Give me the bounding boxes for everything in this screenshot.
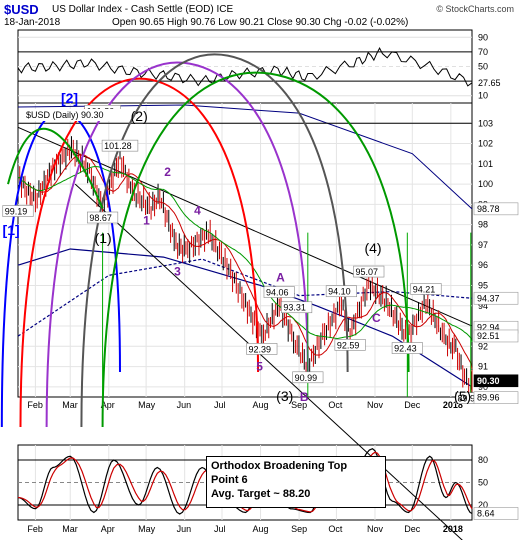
chart-root: $USD US Dollar Index - Cash Settle (EOD)… [0, 0, 520, 540]
sto-x-tick-label: Dec [404, 524, 421, 534]
price-y-tick-label: 102 [478, 139, 493, 149]
sto-x-tick-label: Jul [214, 524, 226, 534]
wave-label: [1] [3, 222, 20, 238]
price-x-tick-label: Jul [214, 400, 226, 410]
price-label: 93.31 [283, 303, 306, 313]
wave-label: 5 [256, 360, 263, 374]
wave-label: A [276, 270, 285, 284]
right-price-label: 98.78 [477, 204, 500, 214]
rsi-y-tick-label: 70 [478, 47, 488, 57]
price-y-tick-label: 96 [478, 260, 488, 270]
price-x-tick-label: Dec [404, 400, 421, 410]
sto-x-tick-label: Oct [328, 524, 343, 534]
price-x-tick-label: Jun [177, 400, 192, 410]
price-x-tick-label: Oct [328, 400, 343, 410]
sto-x-tick-label: Apr [101, 524, 115, 534]
price-x-tick-label: Mar [62, 400, 78, 410]
wave-label: 1 [143, 214, 150, 228]
price-y-tick-label: 98 [478, 220, 488, 230]
pattern-note-line2: Point 6 [211, 474, 248, 486]
price-y-tick-label: 92 [478, 341, 488, 351]
wave-label: (5) [454, 388, 471, 404]
pattern-note: Orthodox Broadening Top Point 6 Avg. Tar… [206, 456, 386, 508]
rsi-y-tick-label: 90 [478, 32, 488, 42]
rsi-y-tick-label: 50 [478, 62, 488, 72]
wave-label: 4 [194, 204, 201, 218]
price-label: 92.43 [394, 344, 417, 354]
price-label: 94.21 [413, 285, 436, 295]
pattern-note-line1: Orthodox Broadening Top [211, 460, 348, 472]
price-y-tick-label: 100 [478, 179, 493, 189]
wave-label: (3) [276, 388, 293, 404]
wave-label: (2) [131, 108, 148, 124]
sto-y-tick-label: 50 [478, 478, 488, 488]
price-label: 101.28 [104, 141, 132, 151]
price-x-tick-label: Aug [253, 400, 269, 410]
price-label: 98.67 [89, 213, 112, 223]
sto-x-tick-label: May [138, 524, 156, 534]
price-x-tick-label: Nov [367, 400, 384, 410]
price-label: 94.10 [328, 287, 351, 297]
rsi-y-tick-label: 10 [478, 91, 488, 101]
price-y-tick-label: 91 [478, 362, 488, 372]
legend-label: $USD (Daily) 90.30 [26, 110, 104, 120]
wave-label: C [372, 311, 381, 325]
sto-x-tick-label: Sep [291, 524, 307, 534]
right-price-label: 90.30 [477, 376, 500, 386]
sto-x-tick-label: Nov [367, 524, 384, 534]
right-price-label: 92.51 [477, 331, 500, 341]
price-y-tick-label: 95 [478, 280, 488, 290]
wave-label: (1) [95, 230, 112, 246]
sto-x-tick-label: Aug [253, 524, 269, 534]
price-x-tick-label: Feb [27, 400, 43, 410]
price-label: 95.07 [356, 267, 379, 277]
price-y-tick-label: 101 [478, 159, 493, 169]
price-label: 99.19 [5, 207, 28, 217]
sto-x-tick-label: Jun [177, 524, 192, 534]
wave-label: [2] [61, 90, 78, 106]
right-price-label: 89.96 [477, 393, 500, 403]
sto-x-tick-label: Mar [62, 524, 78, 534]
wave-label: B [300, 390, 309, 404]
wave-label: 3 [174, 264, 181, 278]
price-y-tick-label: 103 [478, 118, 493, 128]
right-price-label: 94.37 [477, 293, 500, 303]
price-label: 92.39 [249, 344, 272, 354]
price-x-tick-label: May [138, 400, 156, 410]
price-label: 90.99 [295, 373, 318, 383]
pattern-note-line3: Avg. Target ~ 88.20 [211, 488, 311, 500]
sto-x-tick-label: Feb [27, 524, 43, 534]
wave-label: (4) [364, 240, 381, 256]
price-label: 92.59 [337, 340, 360, 350]
wave-label: 2 [164, 165, 171, 179]
sto-last-label: 8.64 [477, 509, 495, 519]
rsi-last-label: 27.65 [478, 78, 501, 88]
price-y-tick-label: 97 [478, 240, 488, 250]
price-label: 94.06 [266, 288, 289, 298]
sto-y-tick-label: 80 [478, 455, 488, 465]
